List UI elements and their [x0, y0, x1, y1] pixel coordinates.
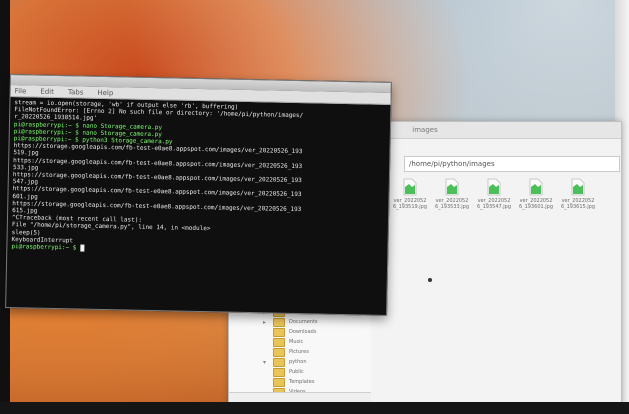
folder-icon [273, 327, 285, 337]
folder-icon [273, 377, 285, 387]
directory-tree-list: ▸Desktop▸DocumentsDownloadsMusicPictures… [229, 307, 371, 397]
menu-edit[interactable]: Edit [40, 87, 54, 95]
file-item[interactable]: ver_20220526_193601.jpg [518, 178, 554, 398]
tree-item-label: Public [289, 369, 304, 375]
mouse-pointer [428, 278, 432, 282]
image-file-icon [487, 178, 501, 196]
file-name: ver_20220526_193615.jpg [560, 198, 596, 210]
file-item[interactable]: ver_20220526_193547.jpg [476, 178, 512, 398]
directory-tree: ▸Desktop▸DocumentsDownloadsMusicPictures… [229, 302, 371, 405]
tree-item-label: Templates [289, 379, 315, 385]
menu-file[interactable]: File [15, 87, 27, 95]
image-file-icon [529, 178, 543, 196]
tree-item-label: Pictures [289, 349, 309, 355]
tree-item[interactable]: Music [263, 337, 371, 347]
file-grid: ver_20220526_193519.jpg ver_20220526_1935… [392, 178, 617, 398]
image-file-icon [571, 178, 585, 196]
tree-item[interactable]: Public [263, 367, 371, 377]
image-file-icon [403, 178, 417, 196]
path-text: /home/pi/python/images [409, 160, 495, 168]
file-manager-title: images [412, 126, 438, 134]
terminal-window[interactable]: File Edit Tabs Help stream = io.open(sto… [5, 74, 392, 316]
file-item[interactable]: ver_20220526_193615.jpg [560, 178, 596, 398]
folder-icon [273, 357, 285, 367]
tree-item[interactable]: ▾ python [263, 357, 371, 367]
tree-item-label: Downloads [289, 329, 317, 335]
folder-icon [273, 367, 285, 377]
path-bar[interactable]: /home/pi/python/images [404, 156, 620, 172]
tree-expander-icon[interactable]: ▸ [263, 319, 269, 326]
file-name: ver_20220526_193547.jpg [476, 198, 512, 210]
tree-item-label: Documents [289, 319, 318, 325]
folder-icon [273, 317, 285, 327]
file-item[interactable]: ver_20220526_193519.jpg [392, 178, 428, 398]
terminal-cursor [79, 244, 85, 252]
file-name: ver_20220526_193519.jpg [392, 198, 428, 210]
tree-item-label: Music [289, 339, 304, 345]
terminal-line-text: pi@raspberrypi:~ $ [11, 243, 81, 252]
folder-icon [273, 347, 285, 357]
tree-item[interactable]: Downloads [263, 327, 371, 337]
terminal-output[interactable]: stream = io.open(storage, 'wb' if output… [6, 97, 390, 315]
image-file-icon [445, 178, 459, 196]
tree-item[interactable]: ▸ Documents [263, 317, 371, 327]
file-item[interactable]: ver_20220526_193533.jpg [434, 178, 470, 398]
photo-frame-bottom-edge [0, 402, 629, 414]
folder-icon [273, 337, 285, 347]
menu-help[interactable]: Help [97, 88, 113, 96]
tree-item[interactable]: Templates [263, 377, 371, 387]
tree-expander-icon[interactable]: ▾ [263, 359, 269, 366]
file-name: ver_20220526_193601.jpg [518, 198, 554, 210]
tree-item-label: python [289, 359, 307, 365]
tree-item[interactable]: Pictures [263, 347, 371, 357]
menu-tabs[interactable]: Tabs [68, 88, 84, 96]
file-name: ver_20220526_193533.jpg [434, 198, 470, 210]
